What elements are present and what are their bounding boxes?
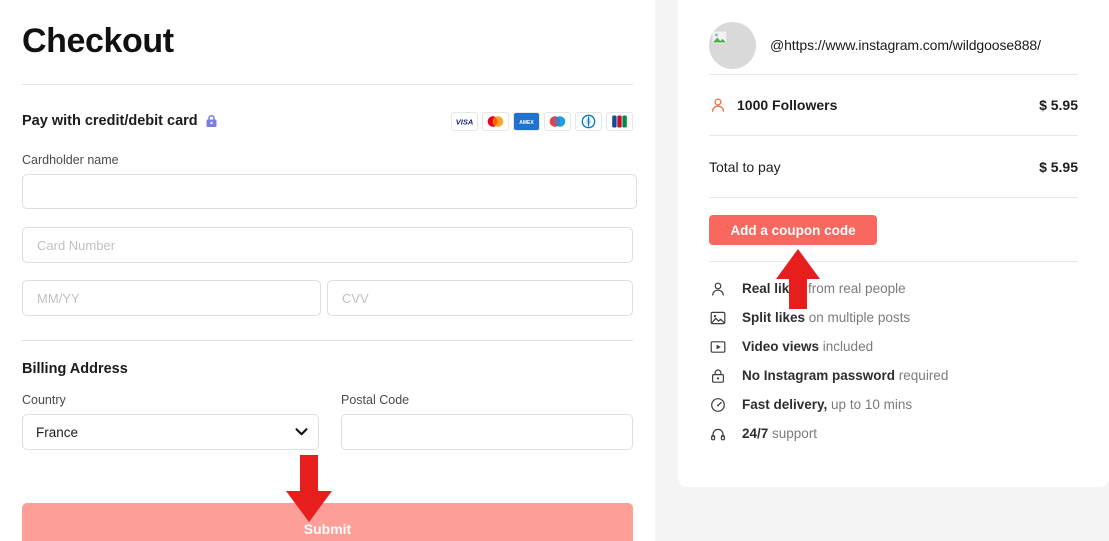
payment-method-header: Pay with credit/debit card VISA AMEX <box>22 109 633 133</box>
postal-code-field-group: Postal Code <box>341 393 633 450</box>
svg-text:VISA: VISA <box>456 117 474 126</box>
image-icon <box>709 309 726 326</box>
country-select[interactable]: France <box>22 414 319 450</box>
list-item: Real likes from real people <box>709 274 1078 303</box>
video-play-icon <box>709 338 726 355</box>
total-row: Total to pay $ 5.95 <box>709 136 1078 197</box>
feature-bold: Split likes <box>742 310 806 325</box>
instagram-handle: @https://www.instagram.com/wildgoose888/ <box>770 37 1041 53</box>
line-item-left: 1000 Followers <box>709 97 837 114</box>
jcb-icon <box>606 111 633 131</box>
country-label: Country <box>22 393 66 407</box>
list-item: Split likes on multiple posts <box>709 303 1078 332</box>
feature-text: Real likes from real people <box>742 281 906 296</box>
checkout-form-panel: Checkout Pay with credit/debit card VISA <box>0 0 655 541</box>
feature-text: Video views included <box>742 339 873 354</box>
country-select-wrapper[interactable]: France <box>22 414 319 450</box>
expiry-date-input[interactable] <box>22 280 321 316</box>
postal-code-input[interactable] <box>341 414 633 450</box>
add-coupon-code-button[interactable]: Add a coupon code <box>709 215 877 245</box>
feature-text: Split likes on multiple posts <box>742 310 910 325</box>
submit-button[interactable]: Submit <box>22 503 633 541</box>
amex-icon: AMEX <box>513 111 540 131</box>
feature-bold: Video views <box>742 339 820 354</box>
list-item: No Instagram password required <box>709 361 1078 390</box>
order-line-item: 1000 Followers $ 5.95 <box>709 75 1078 135</box>
feature-rest: from real people <box>804 281 906 296</box>
feature-bold: 24/7 <box>742 426 769 441</box>
cvv-input[interactable] <box>327 280 633 316</box>
postal-code-label: Postal Code <box>341 393 410 407</box>
checkout-page: Checkout Pay with credit/debit card VISA <box>0 0 1109 541</box>
speedometer-icon <box>709 396 726 413</box>
line-item-label: 1000 Followers <box>737 97 838 113</box>
country-field-group: Country France <box>22 393 319 450</box>
line-item-price: $ 5.95 <box>1039 97 1078 113</box>
broken-image-icon <box>711 30 728 50</box>
order-summary-panel: @https://www.instagram.com/wildgoose888/… <box>655 0 1109 541</box>
feature-rest: on multiple posts <box>805 310 911 325</box>
pay-with-card-label: Pay with credit/debit card <box>22 113 218 129</box>
lock-icon <box>205 114 218 128</box>
feature-bold: No Instagram password <box>742 368 896 383</box>
feature-rest: required <box>895 368 949 383</box>
coupon-zone: Add a coupon code <box>709 198 1078 261</box>
diners-club-icon <box>575 111 602 131</box>
cardholder-name-input[interactable] <box>22 174 637 209</box>
list-item: Fast delivery, up to 10 mins <box>709 390 1078 419</box>
feature-text: 24/7 support <box>742 426 817 441</box>
feature-bold: Real likes <box>742 281 805 296</box>
feature-bold: Fast delivery, <box>742 397 828 412</box>
order-summary-card: @https://www.instagram.com/wildgoose888/… <box>678 0 1109 487</box>
headset-icon <box>709 425 726 442</box>
feature-text: No Instagram password required <box>742 368 948 383</box>
feature-rest: support <box>768 426 818 441</box>
svg-text:AMEX: AMEX <box>519 120 534 126</box>
accepted-card-brands: VISA AMEX <box>451 111 633 131</box>
maestro-icon <box>544 111 571 131</box>
person-icon <box>709 280 726 297</box>
avatar <box>709 21 756 69</box>
person-icon <box>709 97 726 114</box>
feature-rest: up to 10 mins <box>827 397 913 412</box>
account-row: @https://www.instagram.com/wildgoose888/ <box>709 0 1078 74</box>
total-price: $ 5.95 <box>1039 158 1078 175</box>
list-item: 24/7 support <box>709 419 1078 448</box>
feature-text: Fast delivery, up to 10 mins <box>742 397 912 412</box>
card-number-input[interactable] <box>22 227 633 263</box>
lock-icon <box>709 367 726 384</box>
billing-fields-row: Country France Postal Code <box>22 393 633 450</box>
total-label: Total to pay <box>709 158 781 175</box>
feature-rest: included <box>819 339 874 354</box>
pay-with-card-text: Pay with credit/debit card <box>22 113 198 129</box>
expiry-cvv-row <box>22 280 633 316</box>
billing-address-title: Billing Address <box>22 361 128 377</box>
billing-divider <box>22 340 633 341</box>
features-list: Real likes from real people Split likes … <box>709 262 1078 448</box>
list-item: Video views included <box>709 332 1078 361</box>
visa-icon: VISA <box>451 111 478 131</box>
page-title: Checkout <box>22 22 174 60</box>
mastercard-icon <box>482 111 509 131</box>
title-divider <box>22 84 633 85</box>
cardholder-name-label: Cardholder name <box>22 153 119 167</box>
